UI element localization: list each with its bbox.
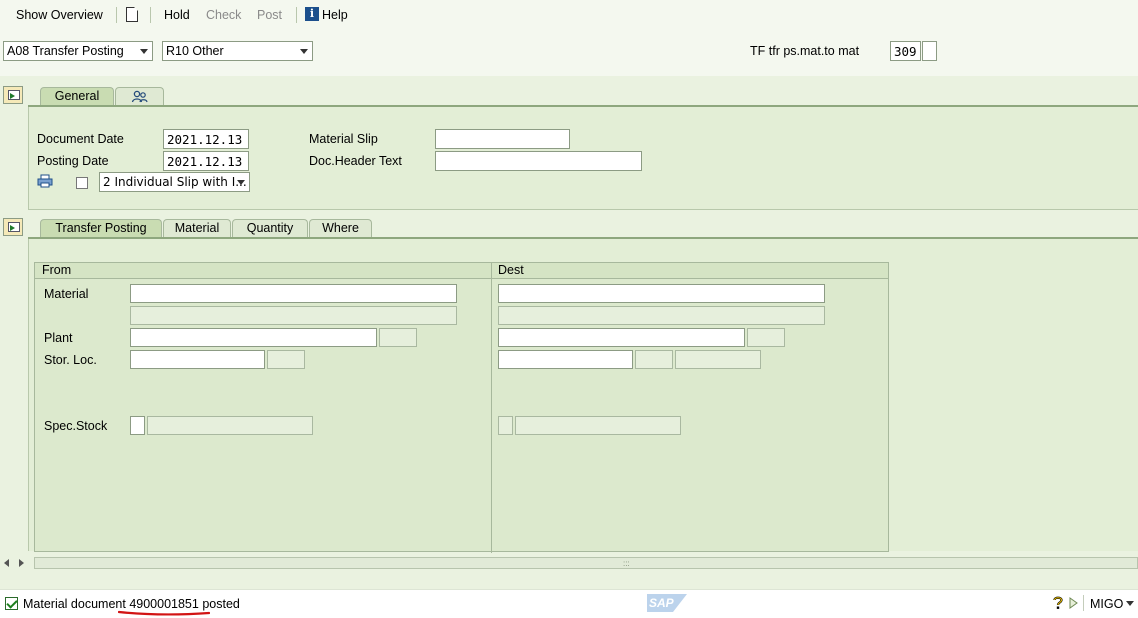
from-plant-input[interactable] (130, 328, 377, 347)
tab-partner[interactable] (115, 87, 164, 106)
chevron-down-icon (300, 49, 308, 54)
reference-value: R10 Other (166, 44, 224, 58)
collapse-detail-button[interactable] (3, 218, 23, 236)
doc-header-text-label: Doc.Header Text (309, 154, 402, 168)
from-label: From (42, 263, 72, 277)
toolbar-separator (296, 7, 297, 23)
from-material-label: Material (44, 287, 89, 301)
group-header (35, 263, 888, 279)
dest-label: Dest (498, 263, 524, 277)
from-material-description (130, 306, 457, 325)
new-document-icon[interactable] (126, 7, 138, 22)
toolbar-separator (150, 7, 151, 23)
printer-icon[interactable] (37, 174, 53, 188)
from-stor-loc-label: Stor. Loc. (44, 353, 97, 367)
dest-stor-loc-input[interactable] (498, 350, 633, 369)
material-slip-field[interactable] (435, 129, 570, 149)
sap-logo: SAP (647, 594, 687, 612)
hold-button[interactable]: Hold (164, 8, 190, 22)
doc-header-text-field[interactable] (435, 151, 642, 171)
tab-general[interactable]: General (40, 87, 114, 106)
scroll-left-icon[interactable] (4, 559, 10, 567)
transaction-code: MIGO (1090, 597, 1124, 611)
dest-spec-stock-description (515, 416, 681, 435)
material-slip-label: Material Slip (309, 132, 378, 146)
help-question-icon[interactable] (1052, 596, 1064, 610)
tab-quantity[interactable]: Quantity (232, 219, 308, 238)
dest-spec-stock-input[interactable] (498, 416, 513, 435)
show-overview-button[interactable]: Show Overview (16, 8, 103, 22)
posting-date-label: Posting Date (37, 154, 109, 168)
help-button[interactable]: Help (322, 8, 348, 22)
group-divider (491, 263, 492, 553)
dest-plant-code (747, 328, 785, 347)
chevron-down-icon (140, 49, 148, 54)
reference-dropdown[interactable]: R10 Other (162, 41, 313, 61)
scroll-grip-icon[interactable]: ::: (623, 559, 630, 568)
sap-logo-text: SAP (649, 596, 674, 610)
tab-where[interactable]: Where (309, 219, 372, 238)
from-spec-stock-label: Spec.Stock (44, 419, 108, 433)
header-row: A08 Transfer Posting R10 Other TF tfr ps… (0, 31, 1138, 76)
print-version-value: 2 Individual Slip with I... (103, 175, 247, 189)
print-version-dropdown[interactable]: 2 Individual Slip with I... (99, 172, 250, 192)
toolbar-separator (116, 7, 117, 23)
action-dropdown[interactable]: A08 Transfer Posting (3, 41, 153, 61)
print-checkbox[interactable] (76, 177, 88, 189)
transfer-group-box: From Dest Material Plant Stor. Loc. Spec… (34, 262, 889, 553)
horizontal-scrollbar[interactable]: ::: (0, 555, 1138, 571)
dest-stor-loc-code (635, 350, 673, 369)
check-button[interactable]: Check (206, 8, 241, 22)
from-material-input[interactable] (130, 284, 457, 303)
dest-material-input[interactable] (498, 284, 825, 303)
movement-type-field[interactable]: 309 (890, 41, 921, 61)
scroll-track[interactable]: ::: (34, 557, 1138, 569)
general-panel: Document Date 2021.12.13 Posting Date 20… (28, 107, 1138, 210)
play-triangle-icon[interactable] (1069, 597, 1078, 609)
from-stor-loc-code (267, 350, 305, 369)
movement-type-label: TF tfr ps.mat.to mat (750, 44, 860, 58)
post-button[interactable]: Post (257, 8, 282, 22)
tab-transfer-posting[interactable]: Transfer Posting (40, 219, 162, 238)
scroll-right-icon[interactable] (19, 559, 25, 567)
tab-material[interactable]: Material (163, 219, 231, 238)
status-message-suffix: posted (198, 597, 240, 611)
from-stor-loc-input[interactable] (130, 350, 265, 369)
dest-plant-input[interactable] (498, 328, 745, 347)
action-value: A08 Transfer Posting (7, 44, 124, 58)
status-message-prefix: Material document (23, 597, 130, 611)
success-check-icon (5, 597, 18, 610)
status-message[interactable]: Material document 4900001851 posted (23, 597, 240, 611)
posting-date-field[interactable]: 2021.12.13 (163, 151, 249, 171)
from-plant-code (379, 328, 417, 347)
from-spec-stock-description (147, 416, 313, 435)
partner-people-icon (131, 90, 148, 103)
dest-stor-loc-description (675, 350, 761, 369)
help-info-icon[interactable]: i (305, 7, 319, 21)
dest-material-description (498, 306, 825, 325)
status-document-number: 4900001851 (129, 597, 199, 611)
collapse-header-button[interactable] (3, 86, 23, 104)
chevron-down-icon[interactable] (1126, 601, 1134, 606)
red-underline-annotation (118, 610, 210, 616)
document-date-label: Document Date (37, 132, 124, 146)
status-separator (1083, 595, 1084, 611)
application-toolbar: Show Overview Hold Check Post i Help (0, 0, 1138, 31)
document-date-field[interactable]: 2021.12.13 (163, 129, 249, 149)
chevron-down-icon (237, 180, 245, 185)
from-plant-label: Plant (44, 331, 73, 345)
special-stock-indicator-field[interactable] (922, 41, 937, 61)
from-spec-stock-input[interactable] (130, 416, 145, 435)
